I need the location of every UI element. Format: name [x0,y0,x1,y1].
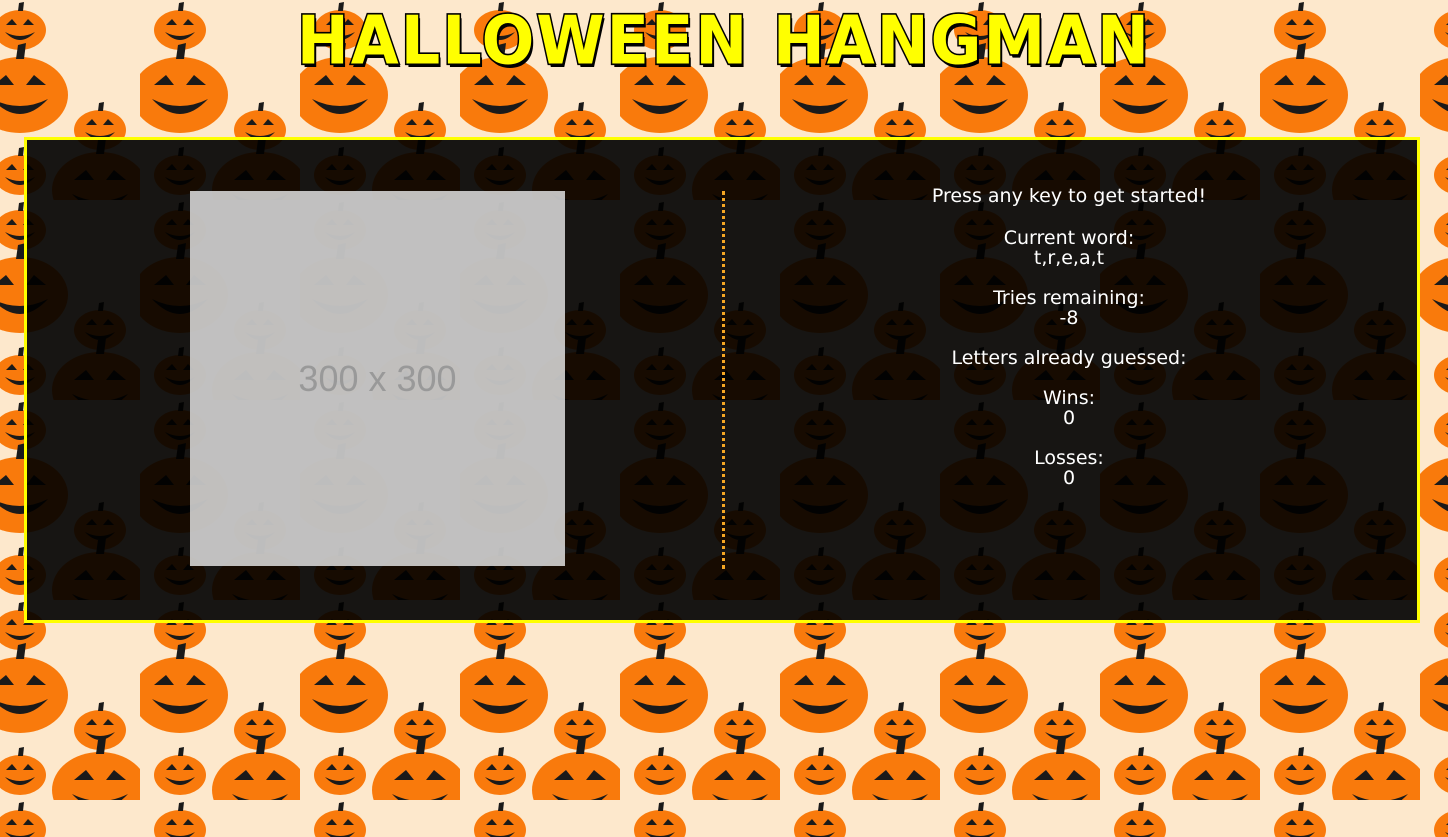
losses-label: Losses: [1034,447,1104,469]
start-prompt: Press any key to get started! [931,185,1207,207]
page-title: HALLOWEEN HANGMAN [295,0,1152,81]
tries-block: Tries remaining: -8 [769,288,1369,328]
hangman-image: 300 x 300 [190,191,565,566]
tries-value: -8 [1059,307,1079,329]
tries-label: Tries remaining: [993,287,1145,309]
wins-block: Wins: 0 [769,388,1369,428]
guessed-block: Letters already guessed: [769,348,1369,368]
current-word-block: Current word: t,r,e,a,t [769,228,1369,268]
game-panel: 300 x 300 Press any key to get started! … [24,137,1420,623]
image-placeholder-text: 300 x 300 [298,357,457,399]
current-word-label: Current word: [1003,227,1135,249]
current-word-value: t,r,e,a,t [1033,247,1105,269]
guessed-label: Letters already guessed: [951,347,1187,369]
game-info: Press any key to get started! Current wo… [769,184,1369,488]
losses-value: 0 [1062,467,1076,489]
divider [722,191,725,569]
losses-block: Losses: 0 [769,448,1369,488]
wins-label: Wins: [1043,387,1095,409]
wins-value: 0 [1062,407,1076,429]
